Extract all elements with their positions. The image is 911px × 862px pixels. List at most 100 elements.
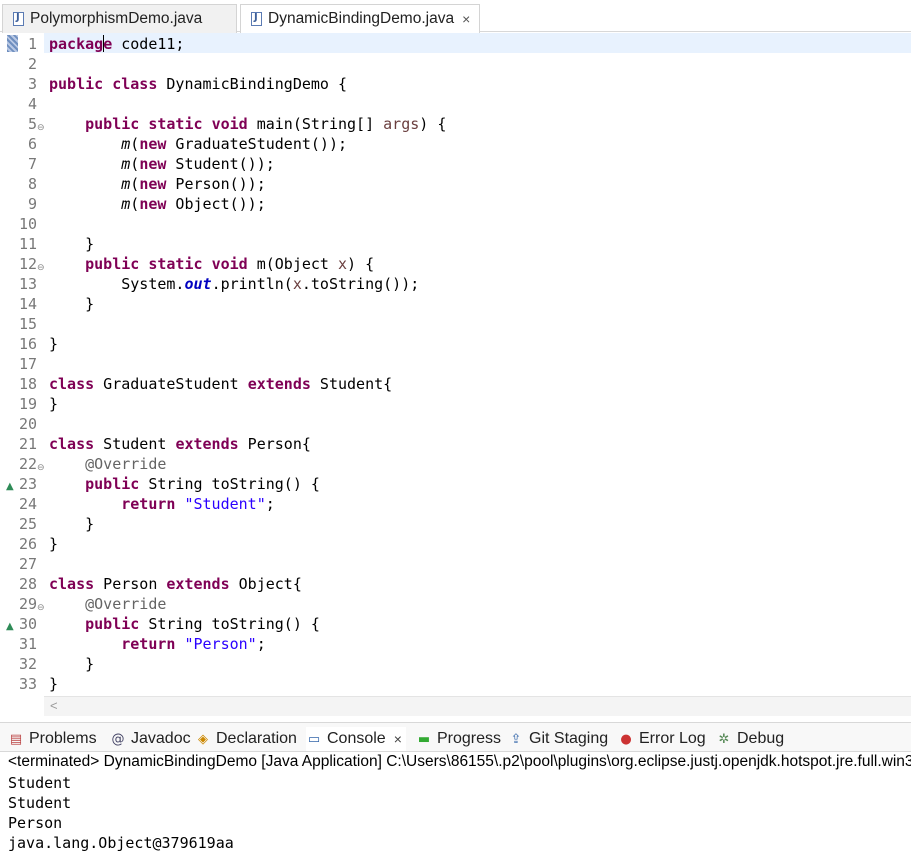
progress-icon: ▬ [417,731,431,747]
code-line[interactable]: 26} [0,534,911,554]
code-text: public String toString() { [85,615,320,633]
tab-label: PolymorphismDemo.java [30,10,203,27]
code-editor[interactable]: 1 package code11; 2 3 public class DynamicBi… [0,33,911,716]
git-staging-icon: ⇪ [510,731,522,747]
tab-problems[interactable]: ▤ Problems [8,727,97,751]
problems-icon: ▤ [9,731,23,747]
code-line[interactable]: 11 } [0,234,911,254]
code-line[interactable]: 20 [0,414,911,434]
view-tab-bar: ▤ Problems @ Javadoc ◈ Declaration ▭ Con… [0,722,911,752]
code-line[interactable]: 21 class Student extends Person{ [0,434,911,454]
line-number: 33 [18,675,37,693]
line-number: 28 [18,575,37,593]
code-text: return "Person"; [121,635,266,653]
code-text: } [49,655,95,673]
tab-declaration[interactable]: ◈ Declaration [195,727,297,751]
line-number: 4 [27,95,37,113]
code-line[interactable]: 4 [0,94,911,114]
code-line[interactable]: 15 [0,314,911,334]
line-number: 26 [18,535,37,553]
code-line[interactable]: 33} [0,674,911,694]
code-line[interactable]: 6 m(new GraduateStudent()); [0,134,911,154]
code-line[interactable]: 29 ⊖ @Override [0,594,911,614]
code-line[interactable]: 14 } [0,294,911,314]
code-line[interactable]: 22 ⊖ @Override [0,454,911,474]
line-number: 18 [18,375,37,393]
line-number: 24 [18,495,37,513]
line-number: 9 [27,195,37,213]
code-line[interactable]: 10 [0,214,911,234]
code-text: return "Student"; [121,495,275,513]
code-line[interactable]: 3 public class DynamicBindingDemo { [0,74,911,94]
code-text: } [49,535,59,553]
code-text: } [49,515,95,533]
code-text: m(new Object()); [121,195,266,213]
code-line[interactable]: 19} [0,394,911,414]
horizontal-scrollbar[interactable]: < [44,696,911,716]
code-line[interactable]: 12 ⊖ public static void m(Object x) { [0,254,911,274]
scroll-left-icon[interactable]: < [50,698,58,713]
code-line[interactable]: 7 m(new Student()); [0,154,911,174]
code-line[interactable]: 1 package code11; [0,34,911,54]
line-number: 25 [18,515,37,533]
tab-console[interactable]: ▭ Console × [306,727,406,751]
java-file-icon [251,12,262,26]
console-status-line: <terminated> DynamicBindingDemo [Java Ap… [8,753,911,770]
tab-debug[interactable]: ✲ Debug [716,727,785,751]
console-output-line: java.lang.Object@379619aa [8,834,234,852]
tab-progress[interactable]: ▬ Progress [416,727,501,751]
line-number: 11 [18,235,37,253]
java-file-icon [13,12,24,26]
tab-javadoc[interactable]: @ Javadoc [110,727,191,751]
code-line[interactable]: 9 m(new Object()); [0,194,911,214]
debug-icon: ✲ [718,731,730,747]
code-line[interactable]: 32 } [0,654,911,674]
console-output-line: Person [8,814,63,832]
code-line[interactable]: 5 ⊖ public static void main(String[] args… [0,114,911,134]
code-text: public class DynamicBindingDemo { [49,75,348,93]
code-line[interactable]: 16} [0,334,911,354]
line-number: 1 [27,35,37,53]
line-number: 22 [18,455,37,473]
line-number: 17 [18,355,37,373]
error-log-icon: ● [620,731,632,747]
line-number: 14 [18,295,37,313]
code-line[interactable]: 2 [0,54,911,74]
code-text: class Person extends Object{ [49,575,302,593]
editor-tab-bar: PolymorphismDemo.java DynamicBindingDemo… [0,0,911,33]
code-line[interactable]: 23 ▲ public String toString() { [0,474,911,494]
line-number: 5 [27,115,37,133]
code-text: } [49,335,59,353]
line-number: 27 [18,555,37,573]
code-text: @Override [85,595,167,613]
code-line[interactable]: 17 [0,354,911,374]
line-number: 20 [18,415,37,433]
code-text: } [49,295,95,313]
code-line[interactable]: 28 class Person extends Object{ [0,574,911,594]
line-number: 3 [27,75,37,93]
tab-error-log[interactable]: ● Error Log [618,727,705,751]
code-line[interactable]: 13 System.out.println(x.toString()); [0,274,911,294]
tab-label: Problems [29,730,97,747]
console-output[interactable]: Student Student Person java.lang.Object@… [8,773,234,853]
code-text: } [49,675,59,693]
code-line[interactable]: 24 return "Student"; [0,494,911,514]
code-line[interactable]: 31 return "Person"; [0,634,911,654]
console-icon: ▭ [307,731,321,747]
line-number: 7 [27,155,37,173]
code-text: System.out.println(x.toString()); [49,275,420,293]
line-number: 32 [18,655,37,673]
tab-dynamic-binding-demo[interactable]: DynamicBindingDemo.java × [240,4,480,33]
close-icon[interactable]: × [394,731,402,747]
tab-polymorphism-demo[interactable]: PolymorphismDemo.java [2,4,237,33]
code-line[interactable]: 18 class GraduateStudent extends Student{ [0,374,911,394]
code-line[interactable]: 30 ▲ public String toString() { [0,614,911,634]
code-text: m(new Student()); [121,155,275,173]
tab-git-staging[interactable]: ⇪ Git Staging [508,727,609,751]
code-line[interactable]: 27 [0,554,911,574]
code-line[interactable]: 8 m(new Person()); [0,174,911,194]
line-number: 10 [18,215,37,233]
close-icon[interactable]: × [462,11,470,27]
code-line[interactable]: 25 } [0,514,911,534]
code-text: @Override [85,455,167,473]
